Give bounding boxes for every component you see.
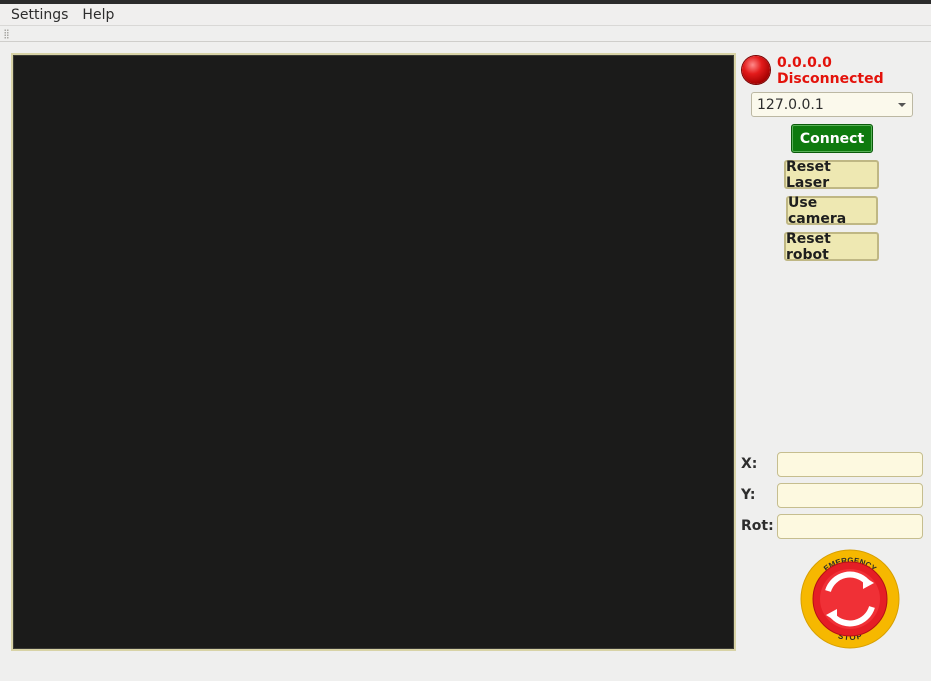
ip-address-selected-value: 127.0.0.1 xyxy=(757,96,824,113)
status-led-icon xyxy=(742,56,770,84)
menu-settings[interactable]: Settings xyxy=(4,7,75,23)
chevron-down-icon xyxy=(898,103,906,107)
menubar: Settings Help xyxy=(0,4,931,26)
emergency-stop-icon xyxy=(812,561,888,637)
toolbar xyxy=(0,26,931,42)
toolbar-grip-handle[interactable] xyxy=(4,29,9,39)
reset-robot-button[interactable]: Reset robot xyxy=(784,231,879,263)
rot-label: Rot: xyxy=(741,518,774,534)
x-coordinate-field[interactable] xyxy=(777,452,923,477)
use-camera-button[interactable]: Use camera xyxy=(786,195,878,227)
connect-button[interactable]: Connect xyxy=(791,124,873,153)
menu-help[interactable]: Help xyxy=(75,7,121,23)
connection-status-text: Disconnected xyxy=(777,71,884,87)
reset-laser-button[interactable]: Reset Laser xyxy=(784,159,879,191)
x-label: X: xyxy=(741,456,758,472)
status-ip-address: 0.0.0.0 xyxy=(777,55,832,71)
y-coordinate-field[interactable] xyxy=(777,483,923,508)
camera-video-view xyxy=(11,53,736,651)
y-label: Y: xyxy=(741,487,756,503)
ip-address-select[interactable]: 127.0.0.1 xyxy=(751,92,913,117)
rotation-field[interactable] xyxy=(777,514,923,539)
emergency-stop-button[interactable]: EMERGENCY STOP xyxy=(800,549,900,649)
